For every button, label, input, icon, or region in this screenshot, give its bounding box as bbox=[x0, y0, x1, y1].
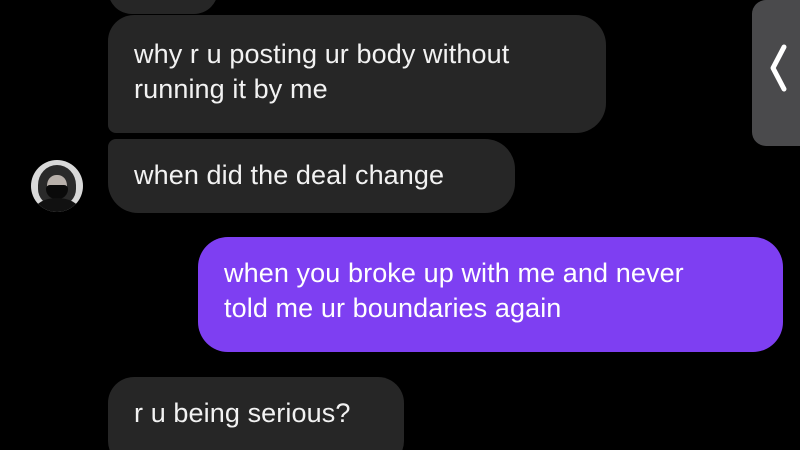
message-text-line: why r u posting ur body without bbox=[134, 39, 510, 69]
message-text-line: when you broke up with me and never bbox=[224, 258, 684, 288]
message-bubble-partial[interactable] bbox=[108, 0, 218, 14]
message-text-line: running it by me bbox=[134, 74, 328, 104]
side-panel-handle[interactable] bbox=[752, 0, 800, 146]
message-bubble-outgoing[interactable]: when you broke up with me and never told… bbox=[198, 237, 783, 352]
chevron-left-icon bbox=[770, 44, 787, 92]
message-text-line: told me ur boundaries again bbox=[224, 293, 562, 323]
message-thread: why r u posting ur body without running … bbox=[0, 0, 800, 450]
message-text-line: when did the deal change bbox=[134, 160, 445, 190]
message-bubble-incoming[interactable]: when did the deal change bbox=[108, 139, 515, 213]
sender-avatar[interactable] bbox=[31, 160, 83, 212]
avatar-shoulders bbox=[35, 198, 79, 212]
message-bubble-incoming[interactable]: r u being serious? bbox=[108, 377, 404, 450]
message-text-line: r u being serious? bbox=[134, 398, 351, 428]
message-bubble-incoming[interactable]: why r u posting ur body without running … bbox=[108, 15, 606, 133]
